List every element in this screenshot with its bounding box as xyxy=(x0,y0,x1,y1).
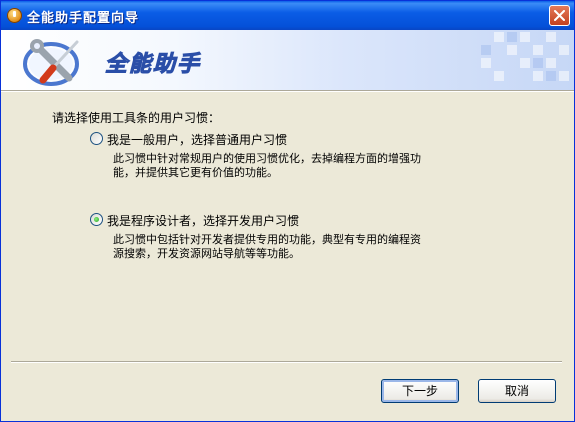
footer-divider xyxy=(11,361,562,363)
option-developer-label[interactable]: 我是程序设计者，选择开发用户习惯 xyxy=(107,212,299,229)
header-banner: 全能助手 xyxy=(1,30,574,90)
banner-divider xyxy=(1,90,574,92)
next-button[interactable]: 下一步 xyxy=(381,379,459,403)
cancel-button[interactable]: 取消 xyxy=(478,379,556,403)
banner-title: 全能助手 xyxy=(104,52,202,78)
prompt-label: 请选择使用工具条的用户习惯： xyxy=(52,111,221,125)
radio-normal-user[interactable] xyxy=(90,132,103,145)
window-title: 全能助手配置向导 xyxy=(27,11,140,26)
option-normal-user-description: 此习惯中针对常规用户的使用习惯优化，去掉编程方面的增强功能，并提供其它更有价值的… xyxy=(113,152,421,179)
title-bar[interactable]: 全能助手配置向导 xyxy=(1,1,574,30)
decorative-tiles xyxy=(481,32,569,81)
radio-developer[interactable] xyxy=(90,213,103,226)
close-button[interactable] xyxy=(549,5,570,26)
app-info-icon xyxy=(7,8,22,23)
radio-selected-dot xyxy=(94,217,99,222)
wizard-window: 全能助手配置向导 全能助手 请选择使用工具条的用户习惯： 我是一般用户，选择普通… xyxy=(0,0,575,422)
close-icon xyxy=(554,10,565,21)
option-normal-user-label[interactable]: 我是一般用户，选择普通用户习惯 xyxy=(107,131,287,148)
option-developer-description: 此习惯中包括针对开发者提供专用的功能，典型有专用的编程资源搜索，开发资源网站导航… xyxy=(113,233,421,260)
tools-wrench-screwdriver-icon xyxy=(23,39,79,86)
